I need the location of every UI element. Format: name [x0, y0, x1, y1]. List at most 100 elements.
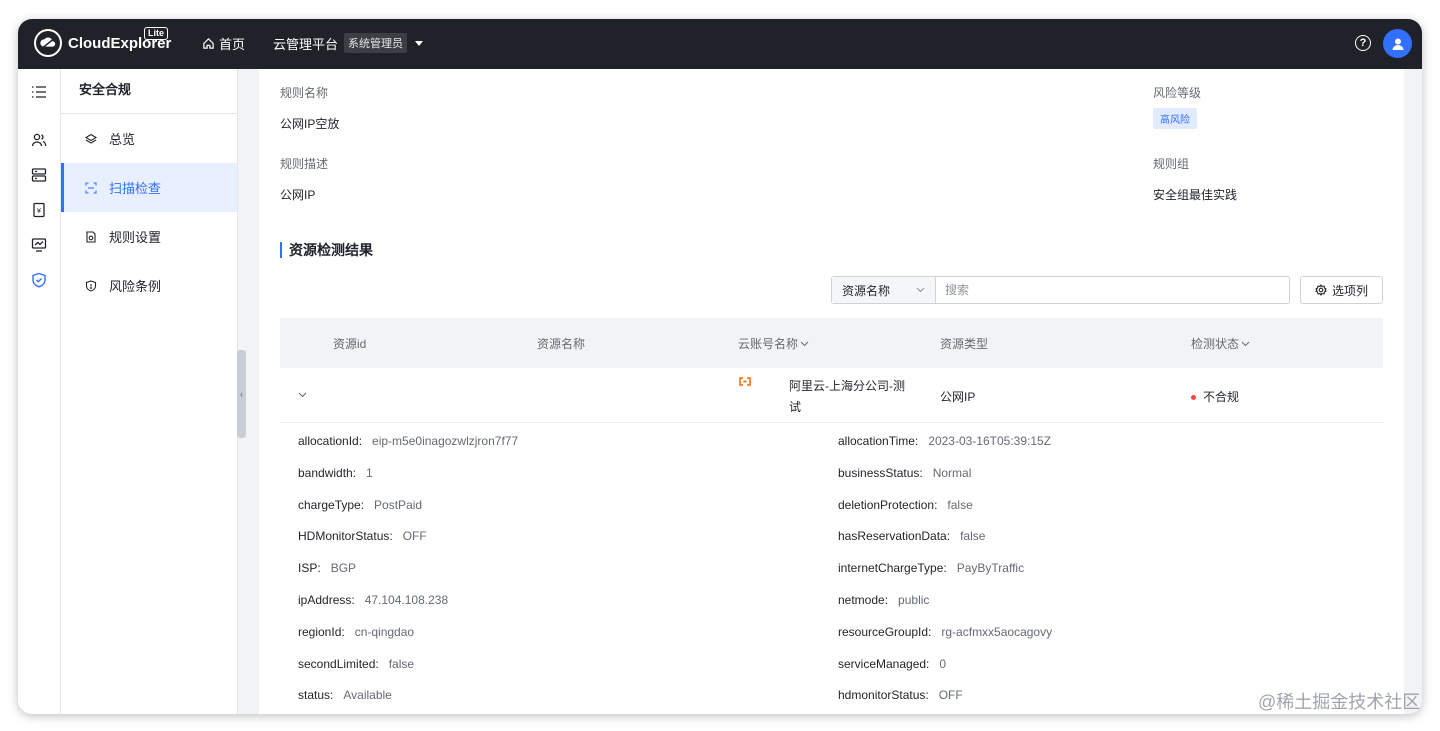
detail-value: 0 [939, 656, 947, 671]
detail-key: chargeType: [298, 497, 365, 512]
table-header: 资源id 资源名称 云账号名称 资源类型 检测状态 [280, 318, 1383, 368]
detail-field: hasReservationData: false [838, 529, 985, 543]
rule-group-value: 安全组最佳实践 [1153, 188, 1238, 202]
detail-key: bandwidth: [298, 465, 357, 480]
detail-field: bandwidth: 1 [298, 466, 373, 480]
detail-field: deletionProtection: false [838, 498, 973, 512]
detail-key: businessStatus: [838, 465, 923, 480]
row-expand-chevron-icon[interactable] [298, 392, 307, 398]
scrollbar[interactable] [1404, 69, 1422, 714]
role-tag: 系统管理员 [344, 33, 408, 53]
section-title: 资源检测结果 [280, 242, 373, 258]
chevron-down-icon [916, 287, 925, 293]
detail-value: false [947, 497, 973, 512]
detail-key: deletionProtection: [838, 497, 938, 512]
detail-key: ISP: [298, 561, 321, 576]
menu-item-risk[interactable]: 风险条例 [61, 261, 237, 310]
app-window: CloudExplorer Lite 首页 云管理平台 系统管理员 ? ¥ 安全… [18, 19, 1422, 714]
detail-key: hasReservationData: [838, 529, 951, 544]
document-gear-icon [86, 230, 96, 243]
col-header-resource-type[interactable]: 资源类型 [940, 335, 988, 352]
rule-desc-value: 公网IP [280, 188, 316, 202]
detail-field: netmode: public [838, 593, 929, 607]
detail-key: allocationId: [298, 434, 363, 448]
security-shield-icon[interactable] [30, 271, 48, 289]
col-header-resource-name[interactable]: 资源名称 [537, 335, 585, 352]
search-field-select[interactable]: 资源名称 [832, 277, 936, 303]
detail-key: hdmonitorStatus: [838, 688, 929, 703]
detail-field: internetChargeType: PayByTraffic [838, 561, 1024, 575]
col-header-account-name[interactable]: 云账号名称 [738, 335, 809, 352]
collapse-sidebar-handle[interactable]: ‹ [237, 350, 246, 438]
rule-desc-label: 规则描述 [280, 157, 329, 171]
column-options-label: 选项列 [1331, 283, 1368, 298]
column-options-button[interactable]: 选项列 [1300, 276, 1383, 304]
top-bar: CloudExplorer Lite 首页 云管理平台 系统管理员 ? [18, 19, 1422, 69]
detail-field: chargeType: PostPaid [298, 498, 422, 512]
menu-item-label: 风险条例 [109, 279, 162, 294]
detail-key: secondLimited: [298, 656, 379, 671]
detail-value: BGP [330, 561, 357, 576]
icon-rail: ¥ [18, 69, 61, 714]
account-name-line2: 试 [789, 400, 802, 414]
caret-down-icon [415, 40, 424, 46]
menu-item-rules[interactable]: 规则设置 [61, 212, 237, 261]
platform-switcher[interactable]: 云管理平台 系统管理员 [273, 33, 424, 53]
detail-field: regionId: cn-qingdao [298, 625, 414, 639]
col-header-resource-id[interactable]: 资源id [333, 335, 366, 352]
menu-item-label: 总览 [109, 132, 136, 147]
search-bar: 资源名称 [831, 276, 1290, 304]
detail-key: status: [298, 688, 334, 703]
scan-icon [85, 181, 97, 194]
detail-value: public [898, 593, 930, 607]
detail-field: allocationTime: 2023-03-16T05:39:15Z [838, 434, 1051, 448]
table-row: 阿里云-上海分公司-测 试 公网IP 不合规 [280, 368, 1383, 423]
rule-name-label: 规则名称 [280, 86, 329, 100]
menu-item-label: 扫描检查 [109, 181, 162, 196]
app-badge: Lite [144, 27, 169, 40]
layers-icon [85, 133, 97, 144]
bill-icon[interactable]: ¥ [30, 201, 48, 219]
menu-item-overview[interactable]: 总览 [61, 114, 237, 163]
detail-value: Available [343, 688, 392, 703]
menu-toggle-icon[interactable] [30, 83, 48, 101]
nav-home-link[interactable]: 首页 [202, 34, 245, 53]
menu-item-scan[interactable]: 扫描检查 [61, 163, 237, 212]
detail-value: 2023-03-16T05:39:15Z [928, 434, 1052, 448]
monitor-icon[interactable] [30, 236, 48, 254]
watermark: @稀土掘金技术社区 [1258, 692, 1421, 712]
cloud-logo-icon [34, 29, 62, 57]
user-avatar[interactable] [1383, 29, 1412, 58]
sub-menu: 安全合规 总览 扫描检查 规则设置 风险条例 [61, 69, 238, 714]
detail-field: HDMonitorStatus: OFF [298, 529, 427, 543]
detail-field: ISP: BGP [298, 561, 356, 575]
aliyun-logo-icon [739, 377, 751, 386]
detail-value: cn-qingdao [354, 624, 415, 639]
main-content: 规则名称 公网IP空放 风险等级 高风险 规则描述 公网IP 规则组 安全组最佳… [259, 69, 1404, 714]
users-icon[interactable] [30, 131, 48, 149]
resource-type-cell: 公网IP [940, 390, 976, 404]
app-logo[interactable]: CloudExplorer Lite [34, 27, 171, 57]
help-icon[interactable]: ? [1355, 35, 1371, 51]
detail-value: eip-m5e0inagozwlzjron7f77 [372, 434, 519, 448]
detail-value: rg-acfmxx5aocagovy [941, 624, 1053, 639]
detail-key: resourceGroupId: [838, 624, 932, 639]
chevron-down-icon [800, 341, 809, 346]
detail-value: 47.104.108.238 [364, 593, 449, 607]
chevron-down-icon [1241, 341, 1250, 346]
detail-field: serviceManaged: 0 [838, 657, 946, 671]
check-status-text: 不合规 [1203, 390, 1240, 404]
server-icon[interactable] [30, 166, 48, 184]
risk-level-tag: 高风险 [1153, 108, 1197, 129]
platform-label: 云管理平台 [273, 36, 339, 52]
detail-field: allocationId: eip-m5e0inagozwlzjron7f77 [298, 434, 518, 448]
col-header-check-status[interactable]: 检测状态 [1191, 335, 1250, 352]
home-icon [203, 38, 214, 49]
user-icon [1392, 38, 1403, 50]
search-input[interactable] [936, 277, 1289, 303]
detail-key: ipAddress: [298, 593, 355, 607]
detail-value: PostPaid [374, 497, 423, 512]
nav-home-label: 首页 [219, 37, 246, 52]
check-status-cell: 不合规 [1191, 388, 1239, 405]
detail-value: OFF [402, 529, 427, 544]
